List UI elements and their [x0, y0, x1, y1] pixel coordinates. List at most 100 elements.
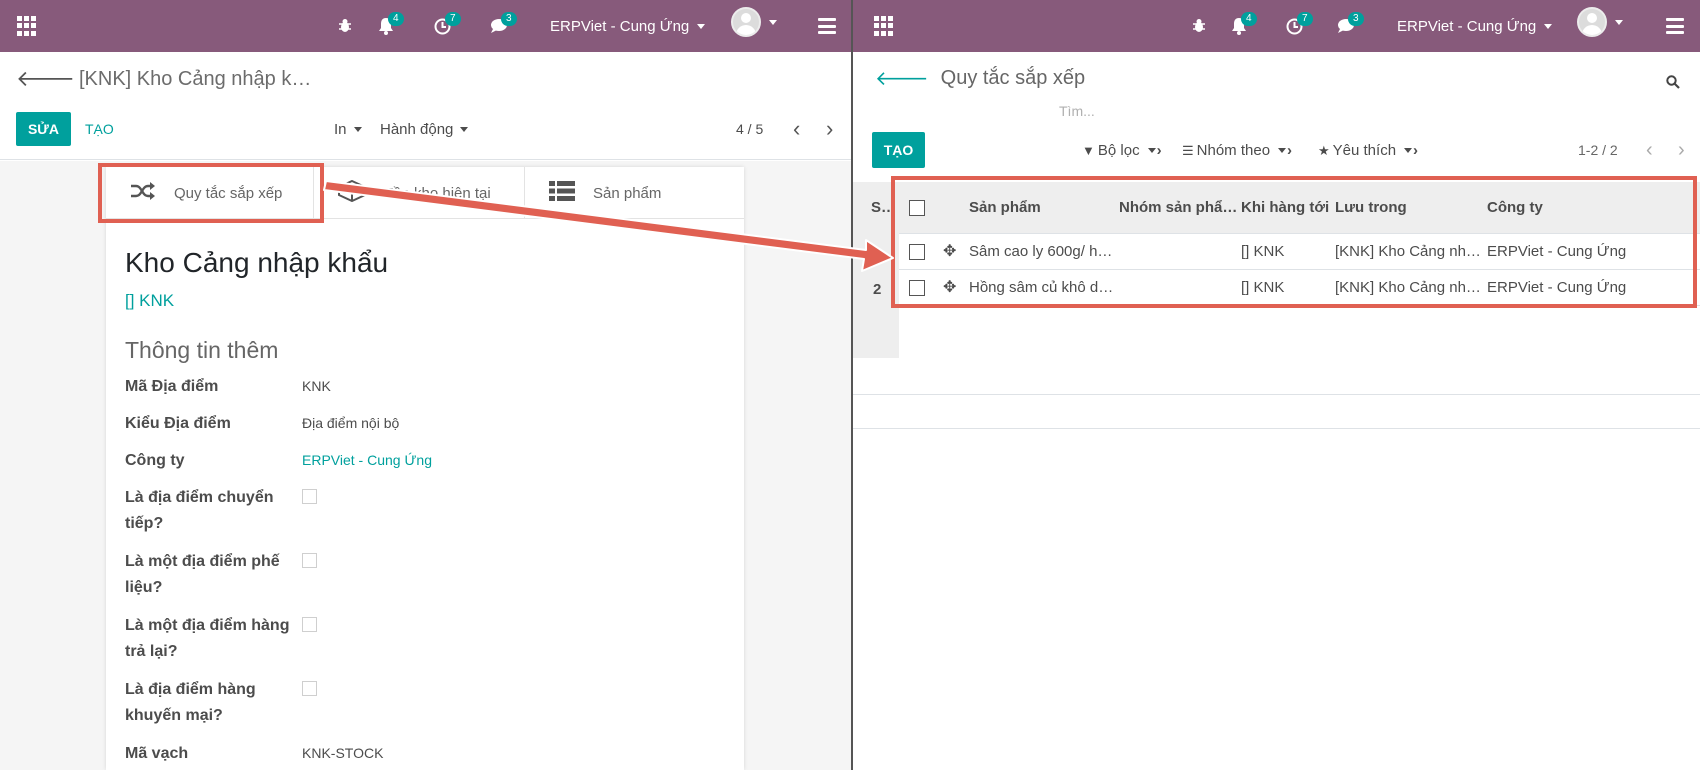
action-label: Hành động [380, 121, 454, 138]
record-title: Kho Cảng nhập khẩu [125, 247, 389, 278]
field-value-company-link[interactable]: ERPViet - Cung Ứng [302, 452, 432, 468]
field-label-location-type: Kiểu Địa điểm [125, 415, 231, 432]
field-label-location-code: Mã Địa điểm [125, 378, 219, 395]
search-input[interactable]: Tìm... [1059, 103, 1095, 119]
chevron-down-icon [460, 127, 469, 132]
activities-clock-icon[interactable]: 7 [1286, 12, 1313, 38]
back-arrow-icon[interactable]: 🡐 [16, 66, 75, 92]
favorites-dropdown[interactable]: ★ Yêu thích › [1318, 142, 1418, 159]
user-menu[interactable] [1577, 7, 1623, 37]
smart-button-products[interactable]: Sản phẩm [525, 167, 744, 219]
hamburger-menu-icon[interactable] [818, 14, 836, 38]
field-value-barcode: KNK-STOCK [302, 745, 384, 761]
record-subtitle-link[interactable]: [] KNK [125, 291, 174, 311]
list-view-pane: 🡐 Quy tắc sắp xếp Tìm... TẠO ▼ Bộ lọc › ☰ N… [853, 52, 1700, 770]
chevron-right-icon: › [1156, 142, 1162, 159]
bug-icon[interactable] [337, 14, 353, 38]
checkbox-promotion[interactable] [302, 681, 317, 696]
pager-next-icon[interactable]: › [826, 118, 833, 140]
smart-button-current-stock[interactable]: Tồn kho hiện tại [314, 167, 525, 219]
field-label-barcode: Mã vạch [125, 745, 189, 762]
form-view-pane: 🡐 [KNK] Kho Cảng nhập k… SỬA TẠO In Hành… [0, 52, 851, 770]
company-switcher[interactable]: ERPViet - Cung Ứng [550, 14, 706, 38]
chevron-right-icon: › [1413, 142, 1419, 159]
messages-badge: 3 [501, 12, 517, 26]
print-label: In [334, 121, 347, 138]
checkbox-scrap[interactable] [302, 553, 317, 568]
top-navbar-right: 4 7 3 ERPViet - Cung Ứng [853, 0, 1700, 52]
filter-label: Bộ lọc [1097, 142, 1140, 159]
chevron-right-icon: › [1287, 142, 1293, 159]
chevron-down-icon [1404, 148, 1413, 153]
field-label-scrap: Là một địa điểm phế liệu? [125, 553, 280, 596]
apps-grid-icon[interactable] [874, 16, 894, 36]
list-icon [549, 180, 575, 206]
breadcrumb-title: [KNK] Kho Cảng nhập k… [79, 67, 312, 90]
breadcrumb-title: Quy tắc sắp xếp [940, 67, 1086, 89]
pager-previous-icon[interactable]: ‹ [793, 118, 800, 140]
highlight-box-list [891, 176, 1697, 308]
chevron-down-icon [1278, 148, 1287, 153]
field-label-transit: Là địa điểm chuyển tiếp? [125, 489, 274, 532]
pager-value[interactable]: 1-2 / 2 [1578, 142, 1618, 158]
checkbox-return[interactable] [302, 617, 317, 632]
company-switcher[interactable]: ERPViet - Cung Ứng [1397, 14, 1553, 38]
back-arrow-icon[interactable]: 🡐 [875, 66, 929, 91]
chevron-down-icon [1615, 19, 1623, 25]
field-label-company: Công ty [125, 452, 185, 469]
form-sheet: Quy tắc sắp xếp Tồn kho hiện tại Sản phẩ… [106, 167, 744, 770]
notifications-badge: 4 [388, 12, 404, 26]
bars-icon: ☰ [1182, 142, 1194, 158]
star-icon: ★ [1318, 142, 1330, 158]
list-footer-divider [853, 428, 1700, 429]
highlight-box-smart-button [98, 163, 324, 223]
smart-button-label: Sản phẩm [593, 184, 662, 202]
avatar [731, 7, 761, 37]
chevron-down-icon [353, 127, 362, 132]
chevron-down-icon [697, 23, 706, 29]
action-dropdown[interactable]: Hành động [380, 121, 469, 138]
field-label-promotion: Là địa điểm hàng khuyến mại? [125, 681, 256, 724]
pager-previous-icon[interactable]: ‹ [1646, 139, 1653, 162]
groupby-label: Nhóm theo [1196, 142, 1271, 159]
search-icon[interactable] [1666, 75, 1680, 92]
pager-value[interactable]: 4 / 5 [736, 121, 763, 137]
user-menu[interactable] [731, 7, 777, 37]
top-navbar-left: 4 7 3 ERPViet - Cung Ứng [0, 0, 851, 52]
cubes-icon [336, 179, 368, 206]
pager-next-icon[interactable]: › [1678, 139, 1685, 162]
funnel-icon: ▼ [1082, 143, 1095, 158]
create-button[interactable]: TẠO [872, 132, 925, 168]
checkbox-transit[interactable] [302, 489, 317, 504]
section-title: Thông tin thêm [125, 337, 279, 363]
sequence-number: 2 [873, 281, 882, 298]
activities-badge: 7 [445, 12, 461, 26]
edit-button[interactable]: SỬA [16, 112, 71, 146]
list-footer-divider [853, 394, 1700, 395]
field-value-location-code: KNK [302, 378, 331, 394]
groupby-dropdown[interactable]: ☰ Nhóm theo › [1182, 142, 1292, 159]
messages-chat-icon[interactable]: 3 [1337, 12, 1364, 38]
messages-chat-icon[interactable]: 3 [490, 12, 517, 38]
apps-grid-icon[interactable] [17, 16, 37, 36]
activities-clock-icon[interactable]: 7 [434, 12, 461, 38]
print-dropdown[interactable]: In [334, 121, 362, 138]
chevron-down-icon [1147, 148, 1156, 153]
hamburger-menu-icon[interactable] [1666, 14, 1684, 38]
chevron-down-icon [769, 19, 777, 25]
messages-badge: 3 [1348, 12, 1364, 26]
activities-badge: 7 [1297, 12, 1313, 26]
notifications-bell-icon[interactable]: 4 [1230, 12, 1257, 38]
favorites-label: Yêu thích [1332, 142, 1397, 159]
breadcrumb[interactable]: 🡐 Quy tắc sắp xếp [875, 66, 1085, 91]
smart-button-label: Tồn kho hiện tại [384, 184, 491, 202]
notifications-bell-icon[interactable]: 4 [377, 12, 404, 38]
field-label-return: Là một địa điểm hàng trả lại? [125, 617, 290, 660]
create-button[interactable]: TẠO [85, 112, 114, 146]
breadcrumb[interactable]: 🡐 [KNK] Kho Cảng nhập k… [16, 66, 311, 92]
notifications-badge: 4 [1241, 12, 1257, 26]
chevron-down-icon [1544, 23, 1553, 29]
bug-icon[interactable] [1191, 14, 1207, 38]
sequence-number: 1 [873, 245, 882, 262]
filter-dropdown[interactable]: ▼ Bộ lọc › [1082, 142, 1162, 159]
